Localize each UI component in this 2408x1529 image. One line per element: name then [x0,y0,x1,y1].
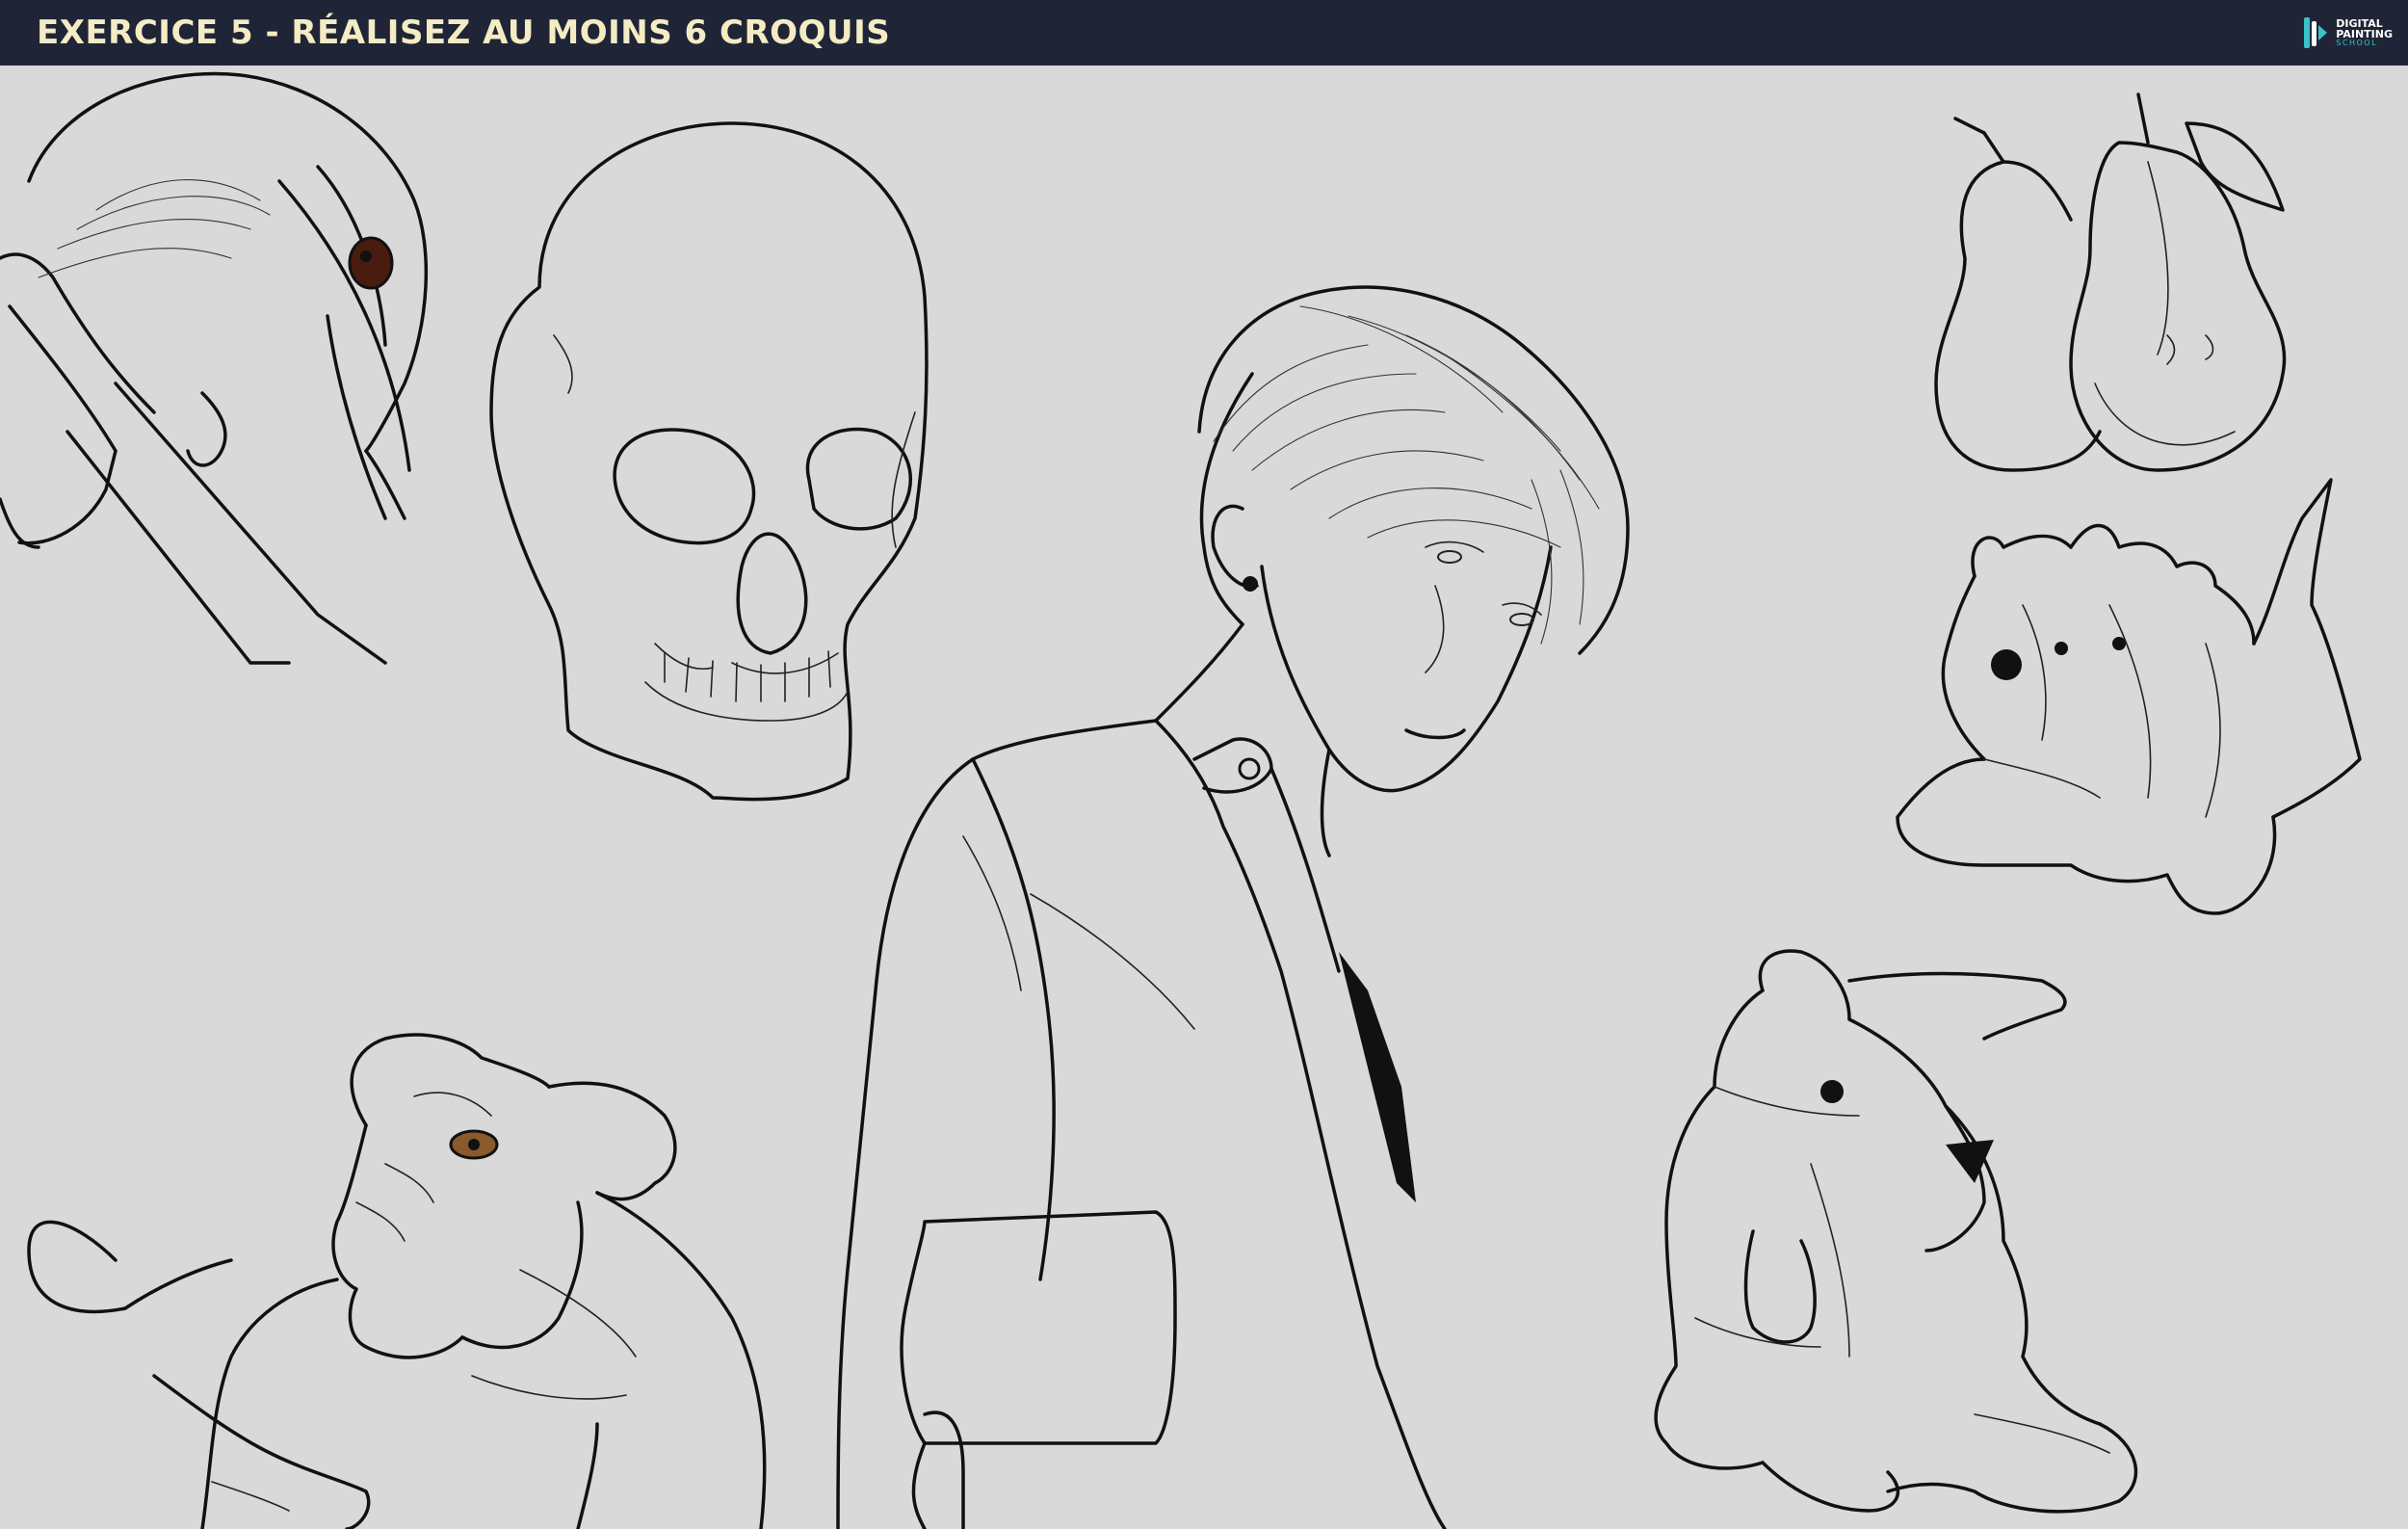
header-bar: EXERCICE 5 - RÉALISEZ AU MOINS 6 CROQUIS… [0,0,2408,66]
logo-line-3: SCHOOL [2336,39,2378,47]
sketch-canvas [0,66,2408,1529]
page-title: EXERCICE 5 - RÉALISEZ AU MOINS 6 CROQUIS [37,13,891,52]
plush-dino-sketch [1896,478,2362,915]
portrait-sketch [836,285,1630,1529]
toucan-sketch [0,71,429,665]
plush-bunny-sketch [1654,949,2138,1514]
brand-logo: DIGITAL PAINTING SCHOOL [2301,13,2393,52]
brush-logo-icon [2304,17,2328,48]
bulldog-sketch [27,1033,767,1529]
pears-sketch [1934,92,2287,472]
sketch-artwork [0,71,2362,1529]
brand-logo-text: DIGITAL PAINTING SCHOOL [2336,18,2393,47]
skull-sketch [489,121,929,802]
